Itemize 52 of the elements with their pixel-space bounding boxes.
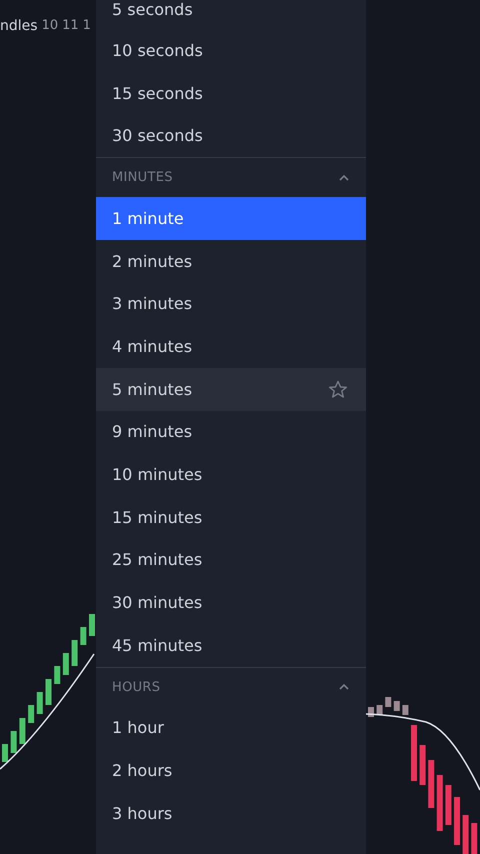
timeframe-item[interactable]: 30 seconds bbox=[96, 114, 366, 158]
timeframe-item[interactable]: 10 minutes bbox=[96, 453, 366, 496]
section-title: MINUTES bbox=[112, 170, 173, 186]
candle bbox=[36, 692, 43, 714]
candle bbox=[436, 775, 443, 831]
timeframe-item[interactable]: 45 minutes bbox=[96, 624, 366, 667]
candle bbox=[454, 797, 460, 845]
timeframe-item[interactable]: 5 seconds bbox=[96, 0, 366, 29]
timeframe-item[interactable]: 3 minutes bbox=[96, 282, 366, 326]
candle bbox=[368, 707, 374, 717]
candle bbox=[2, 744, 8, 762]
candle bbox=[394, 701, 400, 711]
candle bbox=[89, 614, 95, 636]
section-title: HOURS bbox=[112, 680, 160, 695]
timeframe-item[interactable]: 2 minutes bbox=[96, 240, 366, 282]
candle bbox=[62, 653, 69, 675]
timeframe-item[interactable]: 30 minutes bbox=[96, 581, 366, 624]
legend-text: 10 bbox=[42, 18, 58, 34]
star-icon[interactable] bbox=[328, 380, 348, 399]
candle bbox=[19, 718, 26, 744]
candle bbox=[376, 705, 383, 715]
timeframe-item[interactable]: 25 minutes bbox=[96, 538, 366, 582]
candle bbox=[411, 725, 417, 781]
legend-text: ndles bbox=[0, 18, 38, 34]
candle bbox=[385, 697, 392, 707]
legend-text: 11 bbox=[62, 18, 79, 34]
candle bbox=[428, 760, 434, 808]
timeframe-item[interactable]: 15 minutes bbox=[96, 496, 366, 539]
timeframe-item[interactable]: 1 minute bbox=[96, 197, 366, 240]
timeframe-item[interactable]: 10 seconds bbox=[96, 29, 366, 72]
timeframe-item[interactable]: 1 hour bbox=[96, 706, 366, 750]
candle bbox=[462, 815, 469, 854]
candle bbox=[80, 627, 86, 645]
timeframe-item[interactable]: 4 minutes bbox=[96, 325, 366, 368]
candle bbox=[402, 705, 408, 715]
timeframe-item[interactable]: 5 minutes bbox=[96, 368, 366, 410]
candle bbox=[420, 745, 426, 785]
candle bbox=[54, 666, 60, 684]
candle bbox=[445, 785, 452, 825]
timeframe-item[interactable]: 9 minutes bbox=[96, 410, 366, 454]
timeframe-item[interactable]: 3 hours bbox=[96, 792, 366, 835]
chevron-up-icon[interactable] bbox=[338, 174, 350, 182]
candle bbox=[28, 705, 34, 723]
candle bbox=[10, 731, 17, 753]
section-header[interactable]: HOURS bbox=[96, 666, 366, 707]
chevron-up-icon[interactable] bbox=[338, 683, 350, 692]
legend-text: 1 bbox=[82, 18, 91, 34]
candle bbox=[72, 640, 78, 666]
timeframe-item[interactable]: 2 hours bbox=[96, 749, 366, 792]
timeframe-item[interactable]: 15 seconds bbox=[96, 72, 366, 114]
candle bbox=[471, 823, 478, 854]
candle bbox=[46, 679, 52, 705]
